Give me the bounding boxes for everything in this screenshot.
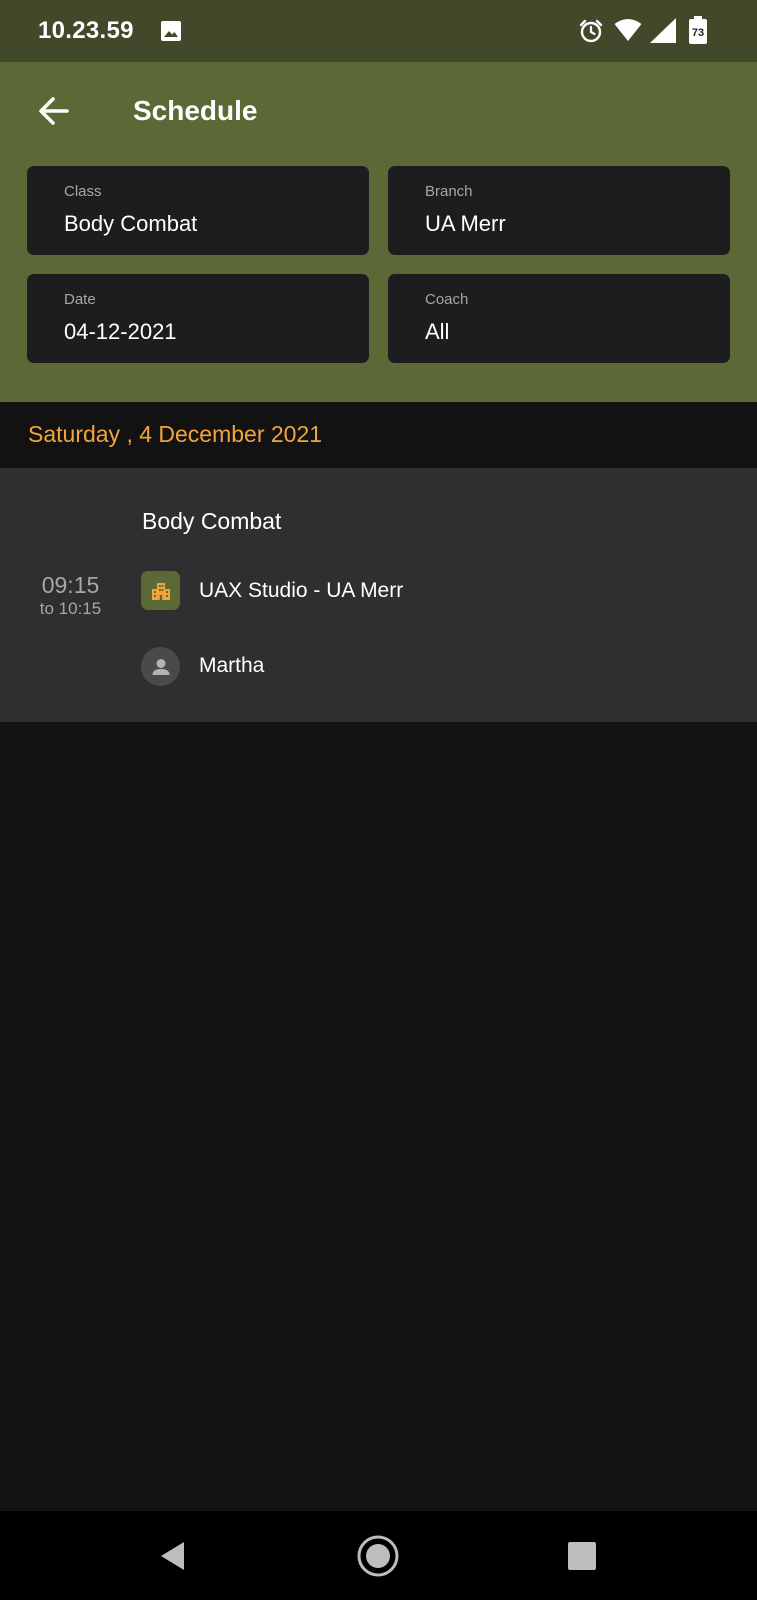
branch-filter-value: UA Merr bbox=[425, 211, 506, 236]
date-filter[interactable]: Date 04-12-2021 bbox=[27, 274, 369, 363]
date-heading-bar: Saturday , 4 December 2021 bbox=[0, 402, 757, 468]
session-coach: Martha bbox=[199, 654, 265, 677]
date-heading: Saturday , 4 December 2021 bbox=[28, 421, 323, 447]
page-title: Schedule bbox=[133, 95, 258, 126]
coach-filter-value: All bbox=[425, 319, 450, 344]
nav-recents-button[interactable] bbox=[559, 1533, 605, 1579]
class-filter[interactable]: Class Body Combat bbox=[27, 166, 369, 255]
session-item[interactable]: 09:15 to 10:15 Body Combat UAX Studio - … bbox=[0, 468, 757, 722]
battery-icon: 73 bbox=[688, 16, 708, 49]
battery-level: 73 bbox=[692, 27, 704, 39]
building-icon bbox=[141, 571, 180, 610]
alarm-icon bbox=[578, 18, 604, 49]
status-time: 10.23.59 bbox=[38, 17, 134, 44]
session-start-time: 09:15 bbox=[41, 572, 100, 598]
date-filter-label: Date bbox=[64, 291, 96, 308]
back-triangle-icon bbox=[161, 1542, 184, 1570]
nav-home-button[interactable] bbox=[355, 1533, 401, 1579]
back-button[interactable] bbox=[28, 86, 78, 136]
branch-filter-label: Branch bbox=[425, 183, 473, 200]
person-icon bbox=[141, 647, 180, 686]
wifi-icon bbox=[614, 18, 642, 47]
session-title: Body Combat bbox=[142, 508, 282, 534]
home-circle-icon bbox=[357, 1535, 399, 1577]
recents-square-icon bbox=[568, 1542, 596, 1570]
class-filter-label: Class bbox=[64, 183, 102, 200]
status-bar: 10.23.59 73 bbox=[0, 0, 757, 62]
session-location: UAX Studio - UA Merr bbox=[199, 579, 404, 602]
system-navigation-bar bbox=[0, 1511, 757, 1600]
image-icon bbox=[160, 20, 182, 47]
coach-filter[interactable]: Coach All bbox=[388, 274, 730, 363]
arrow-back-icon bbox=[39, 97, 69, 125]
date-filter-value: 04-12-2021 bbox=[64, 319, 177, 344]
schedule-header: Schedule Class Body Combat Branch UA Mer… bbox=[0, 62, 757, 402]
branch-filter[interactable]: Branch UA Merr bbox=[388, 166, 730, 255]
signal-icon bbox=[650, 18, 676, 48]
nav-back-button[interactable] bbox=[150, 1533, 196, 1579]
session-end-time: to 10:15 bbox=[39, 599, 102, 618]
coach-filter-label: Coach bbox=[425, 291, 469, 308]
class-filter-value: Body Combat bbox=[64, 211, 198, 236]
